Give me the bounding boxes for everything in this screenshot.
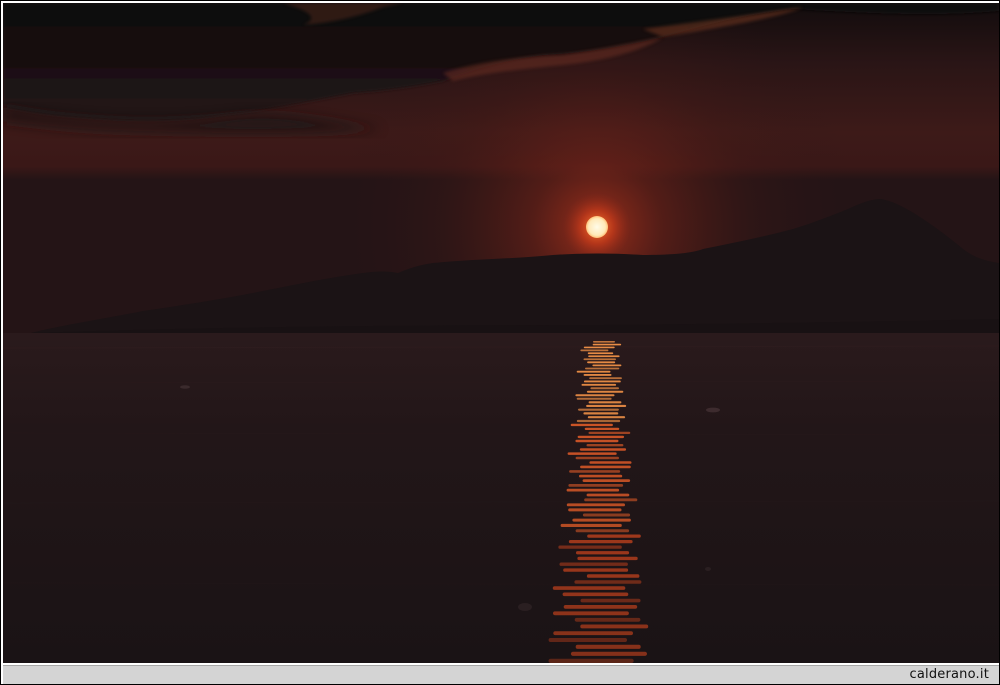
- reflection-streak: [586, 444, 624, 447]
- reflection-streak: [584, 498, 638, 502]
- reflection-streak: [578, 408, 619, 411]
- photo-frame: calderano.it: [0, 0, 1000, 685]
- reflection-streak: [587, 352, 614, 355]
- reflection-streak: [575, 456, 619, 460]
- reflection-streak: [580, 624, 649, 629]
- reflection-streak: [586, 574, 640, 578]
- reflection-streak: [576, 370, 611, 373]
- watermark-text: calderano.it: [909, 667, 989, 682]
- reflection-streak: [568, 508, 622, 512]
- reflection-streak: [574, 617, 641, 622]
- reflection-streak: [589, 461, 632, 464]
- boat: [180, 385, 190, 389]
- reflection-streak: [577, 435, 625, 439]
- reflection-streak: [563, 605, 638, 609]
- reflection-streak: [584, 427, 620, 430]
- reflection-streak: [553, 631, 633, 636]
- reflection-streak: [568, 540, 633, 544]
- reflection-streak: [587, 534, 641, 538]
- reflection-streak: [579, 448, 627, 451]
- reflection-streak: [588, 401, 622, 404]
- reflection-streak: [566, 503, 625, 507]
- reflection-streak: [568, 484, 624, 487]
- reflection-streak: [587, 416, 626, 419]
- reflection-streak: [579, 474, 623, 478]
- reflection-streak: [589, 377, 622, 380]
- caption-bar: calderano.it: [3, 665, 999, 684]
- reflection-streak: [552, 586, 626, 590]
- reflection-streak: [559, 562, 628, 566]
- reflection-streak: [583, 346, 615, 349]
- reflection-streak: [588, 355, 620, 358]
- reflection-streak: [585, 367, 620, 370]
- reflection-streak: [586, 404, 627, 407]
- reflection-streak: [575, 529, 630, 533]
- reflection-streak: [572, 518, 631, 522]
- reflection-streak: [587, 361, 616, 364]
- reflection-streak: [580, 349, 609, 352]
- reflection-streak: [582, 513, 631, 517]
- reflection-streak: [563, 568, 629, 572]
- reflection-streak: [586, 493, 630, 497]
- reflection-streak: [570, 651, 647, 656]
- reflection-streak: [558, 545, 622, 549]
- reflection-streak: [574, 580, 642, 584]
- sunset-photo: [3, 3, 999, 663]
- reflection-streak: [580, 465, 631, 469]
- reflection-streak: [566, 488, 620, 492]
- reflection-streak: [583, 380, 621, 383]
- reflection-streak: [588, 431, 631, 434]
- reflection-streak: [582, 479, 631, 482]
- boat: [706, 407, 720, 413]
- reflection-streak: [569, 470, 621, 473]
- buoy: [705, 567, 711, 571]
- reflection-streak: [592, 364, 622, 367]
- reflection-streak: [583, 412, 619, 415]
- reflection-streak: [576, 397, 612, 400]
- reflection-streak: [553, 611, 629, 616]
- reflection-streak: [581, 383, 617, 386]
- reflection-streak: [575, 644, 641, 649]
- reflection-streak: [576, 551, 630, 555]
- reflection-streak: [567, 452, 617, 455]
- boat: [518, 603, 532, 611]
- sunset-scene: [3, 3, 999, 663]
- reflection-streak: [576, 419, 621, 423]
- reflection-streak: [575, 439, 619, 443]
- reflection-streak: [577, 556, 638, 561]
- reflection-streak: [562, 592, 629, 597]
- sun: [586, 216, 608, 238]
- reflection-streak: [548, 638, 627, 642]
- reflection-streak: [586, 390, 624, 393]
- reflection-streak: [548, 658, 634, 663]
- reflection-streak: [560, 523, 622, 527]
- reflection-streak: [592, 343, 622, 346]
- reflection-streak: [570, 423, 613, 427]
- reflection-streak: [580, 598, 641, 603]
- reflection-streak: [593, 341, 615, 343]
- reflection-streak: [590, 387, 619, 390]
- reflection-streak: [583, 358, 616, 361]
- reflection-streak: [583, 374, 612, 376]
- reflection-streak: [575, 394, 615, 397]
